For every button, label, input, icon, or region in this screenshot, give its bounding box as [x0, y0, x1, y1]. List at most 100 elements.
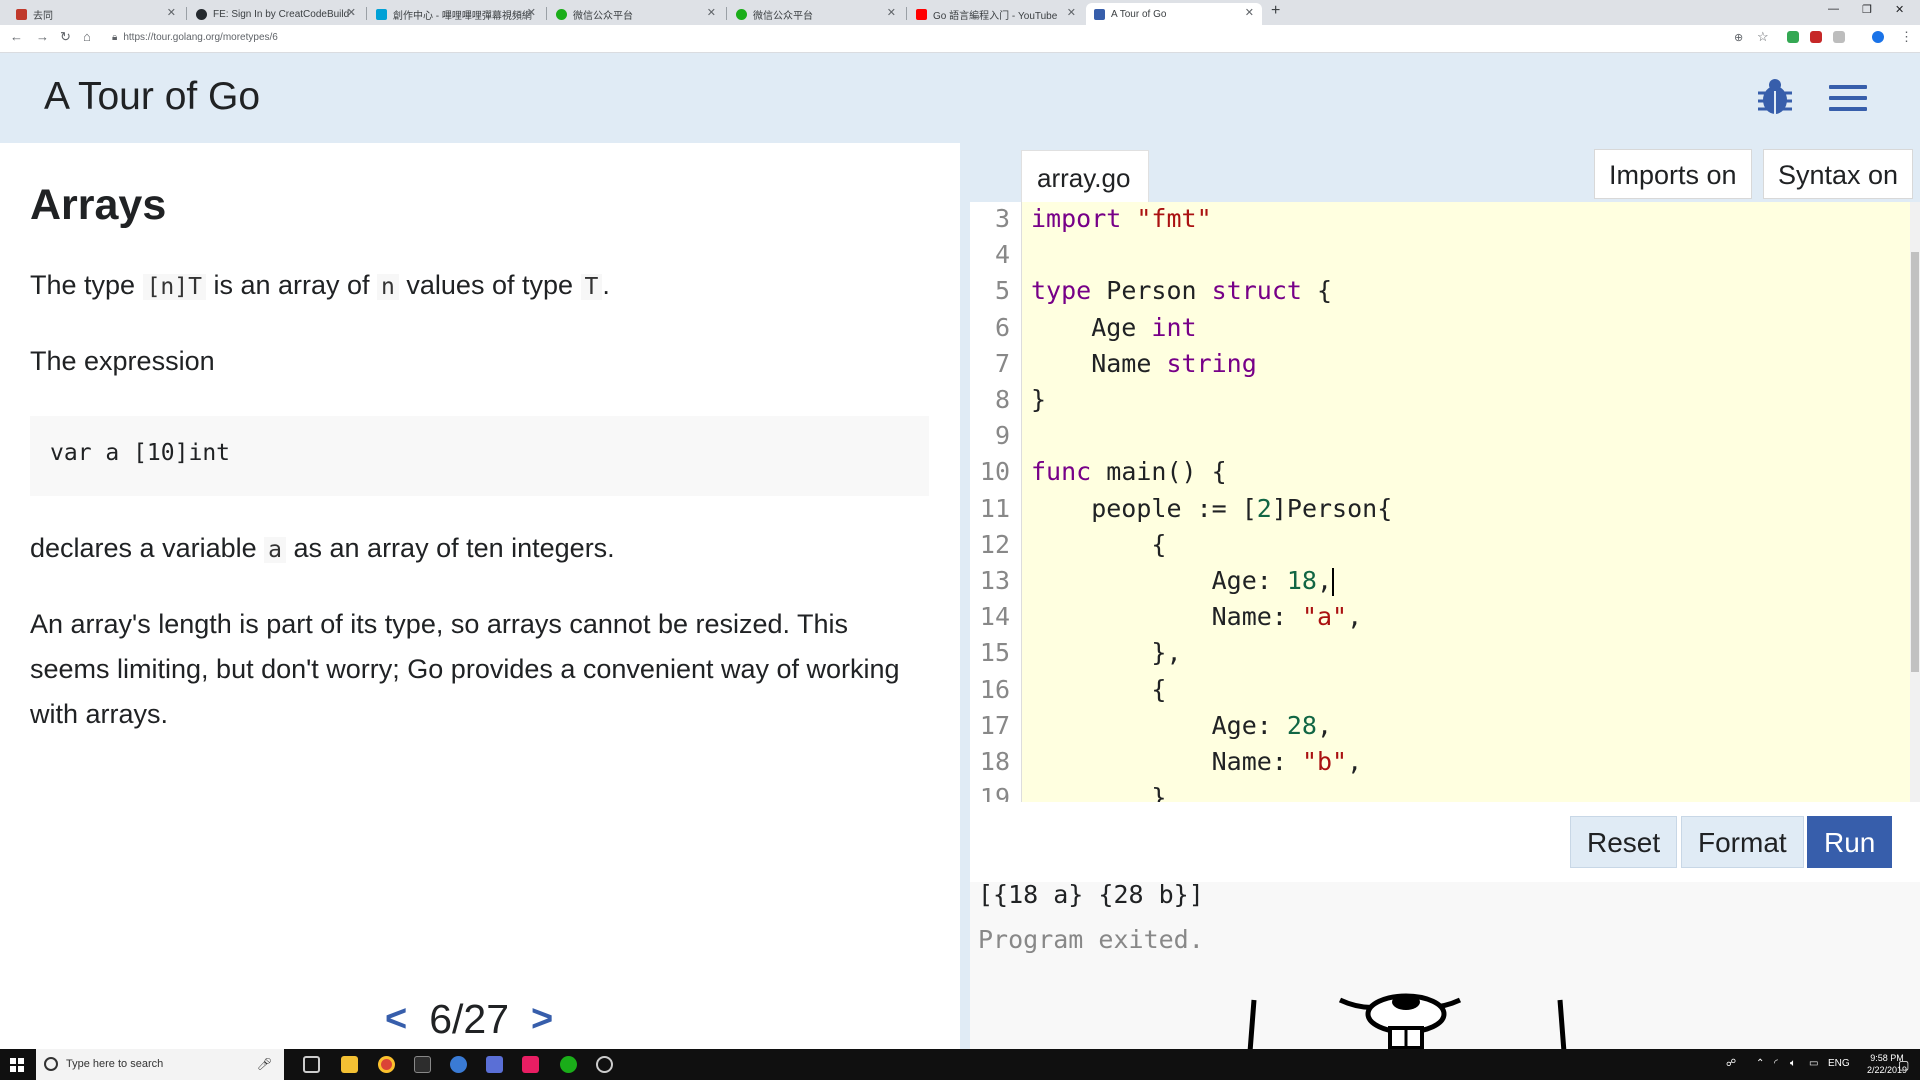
reset-button[interactable]: Reset [1570, 816, 1678, 868]
close-tab-icon[interactable]: ✕ [1245, 6, 1254, 19]
code-line[interactable]: 14 Name: "a", [970, 602, 1910, 638]
wechat-icon[interactable] [560, 1056, 577, 1073]
code-text[interactable]: Name: "a", [1031, 602, 1363, 631]
code-text[interactable]: type Person struct { [1031, 276, 1332, 305]
run-button[interactable]: Run [1807, 816, 1893, 868]
code-line[interactable]: 16 { [970, 675, 1910, 711]
line-number: 7 [994, 348, 1010, 378]
editor-scrollbar[interactable] [1910, 202, 1920, 802]
browser-menu-icon[interactable]: ⋮ [1900, 29, 1913, 45]
profile-avatar[interactable] [1872, 31, 1884, 43]
code-text[interactable]: }, [1031, 783, 1181, 802]
browser-tab[interactable]: 去同 ✕ [8, 3, 184, 25]
network-icon[interactable]: ◜ [1774, 1058, 1778, 1069]
syntax-toggle-button[interactable]: Syntax on [1763, 149, 1914, 199]
format-button[interactable]: Format [1681, 816, 1804, 868]
task-view-icon[interactable] [303, 1056, 320, 1073]
terminal-icon[interactable] [414, 1056, 431, 1073]
close-tab-icon[interactable]: ✕ [887, 6, 896, 19]
code-line[interactable]: 15 }, [970, 638, 1910, 674]
browser-tab[interactable]: FE: Sign In by CreatCodeBuild - P ✕ [188, 3, 364, 25]
zoom-icon[interactable]: ⊕ [1734, 31, 1743, 44]
close-tab-icon[interactable]: ✕ [347, 6, 356, 19]
people-icon[interactable]: ☍ [1726, 1058, 1736, 1069]
code-line[interactable]: 9 [970, 421, 1910, 457]
minimize-icon[interactable]: — [1828, 3, 1839, 15]
back-icon[interactable]: ← [10, 29, 23, 44]
browser-tab[interactable]: 微信公众平台 ✕ [728, 3, 904, 25]
hamburger-menu-icon[interactable] [1829, 85, 1867, 111]
tray-overflow-icon[interactable]: ⌃ [1756, 1058, 1764, 1069]
code-editor[interactable]: 3 import "fmt" 4 5 type Person struct {6 Age… [970, 202, 1910, 802]
code-text[interactable]: import "fmt" [1031, 204, 1212, 233]
scrollbar-thumb[interactable] [1911, 252, 1919, 672]
extension-icon[interactable] [1833, 31, 1845, 43]
code-text[interactable]: Name: "b", [1031, 747, 1363, 776]
code-line[interactable]: 11 people := [2]Person{ [970, 494, 1910, 530]
extension-icon[interactable] [1810, 31, 1822, 43]
browser-tab[interactable]: 創作中心 - 嗶哩嗶哩彈幕視頻網 ✕ [368, 3, 544, 25]
battery-icon[interactable]: ▭ [1809, 1058, 1818, 1069]
browser-tab-active[interactable]: A Tour of Go ✕ [1086, 3, 1262, 25]
code-text[interactable]: Name string [1031, 349, 1257, 378]
home-icon[interactable]: ⌂ [83, 29, 91, 44]
taskbar-search[interactable]: Type here to search 🎤︎ [36, 1049, 284, 1080]
code-text[interactable]: Age: 28, [1031, 711, 1332, 740]
imports-toggle-button[interactable]: Imports on [1594, 149, 1752, 199]
close-window-icon[interactable]: ✕ [1895, 3, 1904, 16]
davinci-icon[interactable] [450, 1056, 467, 1073]
close-tab-icon[interactable]: ✕ [1067, 6, 1076, 19]
file-explorer-icon[interactable] [341, 1056, 358, 1073]
code-line[interactable]: 5 type Person struct { [970, 276, 1910, 312]
file-tab[interactable]: array.go [1021, 150, 1149, 202]
forward-icon[interactable]: → [36, 29, 49, 44]
taskbar-search-placeholder: Type here to search [66, 1058, 164, 1070]
prev-page-button[interactable]: < [385, 998, 407, 1041]
close-tab-icon[interactable]: ✕ [527, 6, 536, 19]
volume-icon[interactable]: 🔈︎ [1790, 1058, 1796, 1069]
new-tab-button[interactable]: + [1271, 2, 1280, 20]
code-line[interactable]: 3 import "fmt" [970, 204, 1910, 240]
bookmark-star-icon[interactable]: ☆ [1757, 29, 1769, 45]
code-text[interactable]: Age: 18, [1031, 566, 1335, 596]
restore-icon[interactable]: ❐ [1862, 3, 1872, 16]
code-line[interactable]: 18 Name: "b", [970, 747, 1910, 783]
panel-divider[interactable] [960, 143, 970, 1049]
code-line[interactable]: 10 func main() { [970, 457, 1910, 493]
close-tab-icon[interactable]: ✕ [167, 6, 176, 19]
browser-tab[interactable]: 微信公众平台 ✕ [548, 3, 724, 25]
code-line[interactable]: 17 Age: 28, [970, 711, 1910, 747]
notification-icon[interactable]: ▢ [1898, 1058, 1909, 1072]
windows-start-icon[interactable] [10, 1058, 24, 1072]
bug-icon[interactable] [1756, 77, 1794, 117]
code-text[interactable]: Age int [1031, 313, 1196, 342]
code-text[interactable]: func main() { [1031, 457, 1227, 486]
code-text[interactable]: { [1031, 675, 1166, 704]
code-line[interactable]: 12 { [970, 530, 1910, 566]
code-line[interactable]: 13 Age: 18, [970, 566, 1910, 602]
code-line[interactable]: 7 Name string [970, 349, 1910, 385]
vscode-icon[interactable] [486, 1056, 503, 1073]
site-title[interactable]: A Tour of Go [44, 75, 260, 119]
code-text[interactable]: }, [1031, 638, 1181, 667]
browser-tab[interactable]: Go 語言編程入门 - YouTube ✕ [908, 3, 1084, 25]
app-icon[interactable] [522, 1056, 539, 1073]
code-text[interactable]: } [1031, 385, 1046, 414]
next-page-button[interactable]: > [531, 998, 553, 1041]
close-tab-icon[interactable]: ✕ [707, 6, 716, 19]
code-text[interactable]: people := [2]Person{ [1031, 494, 1392, 523]
code-text[interactable]: { [1031, 530, 1166, 559]
app-icon[interactable] [596, 1056, 613, 1073]
microphone-icon[interactable]: 🎤︎ [257, 1057, 272, 1071]
code-line[interactable]: 6 Age int [970, 313, 1910, 349]
code-line[interactable]: 8} [970, 385, 1910, 421]
go-favicon-icon [1094, 8, 1105, 20]
reload-icon[interactable]: ↻ [60, 29, 71, 45]
code-line[interactable]: 4 [970, 240, 1910, 276]
language-indicator[interactable]: ENG [1828, 1058, 1850, 1069]
extension-icon[interactable] [1787, 31, 1799, 43]
bilibili-favicon-icon [376, 8, 387, 20]
chrome-icon[interactable] [378, 1056, 395, 1073]
code-line[interactable]: 19 }, [970, 783, 1910, 802]
url-field[interactable]: 🔒︎ https://tour.golang.org/moretypes/6 [112, 32, 278, 43]
